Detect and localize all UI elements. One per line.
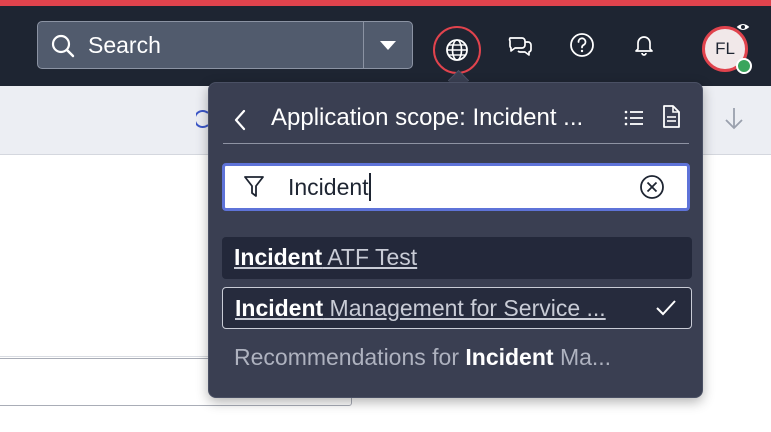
scope-filter-input[interactable]: Incident	[222, 163, 690, 211]
back-button[interactable]	[225, 105, 255, 135]
caret-down-icon	[380, 40, 396, 50]
checkmark-icon	[656, 300, 676, 316]
scope-result-item[interactable]: Incident ATF Test	[222, 237, 692, 279]
clear-icon[interactable]	[639, 174, 665, 200]
application-scope-popover: Application scope: Incident ... Incident…	[208, 82, 703, 398]
chevron-left-icon	[234, 109, 246, 131]
top-header: Search FL	[0, 0, 771, 86]
filter-icon	[244, 176, 264, 197]
help-button[interactable]	[562, 25, 602, 65]
scope-result-item-selected[interactable]: Incident Management for Service ...	[222, 287, 692, 329]
global-search[interactable]: Search	[37, 21, 413, 69]
avatar-initials: FL	[715, 39, 735, 58]
scope-result-item[interactable]: Recommendations for Incident Ma...	[222, 337, 692, 379]
help-icon	[570, 33, 594, 57]
popover-divider	[223, 143, 689, 144]
notifications-button[interactable]	[624, 25, 664, 65]
search-dropdown-button[interactable]	[364, 22, 412, 68]
user-avatar[interactable]: FL	[702, 23, 752, 74]
arrow-down-icon[interactable]	[722, 106, 746, 132]
globe-icon	[446, 39, 468, 61]
online-status-indicator	[736, 58, 752, 74]
chat-button[interactable]	[500, 25, 540, 65]
chat-bubbles-icon	[508, 37, 532, 56]
filter-value[interactable]: Incident	[288, 166, 371, 208]
list-icon[interactable]	[623, 107, 645, 129]
eye-icon	[735, 23, 751, 31]
popover-title: Application scope: Incident ...	[271, 104, 584, 131]
search-input[interactable]: Search	[88, 22, 161, 68]
document-icon[interactable]	[661, 105, 681, 129]
scope-picker-button[interactable]	[433, 26, 481, 74]
search-icon	[51, 34, 75, 58]
bell-icon	[635, 36, 653, 56]
text-cursor	[368, 173, 371, 201]
